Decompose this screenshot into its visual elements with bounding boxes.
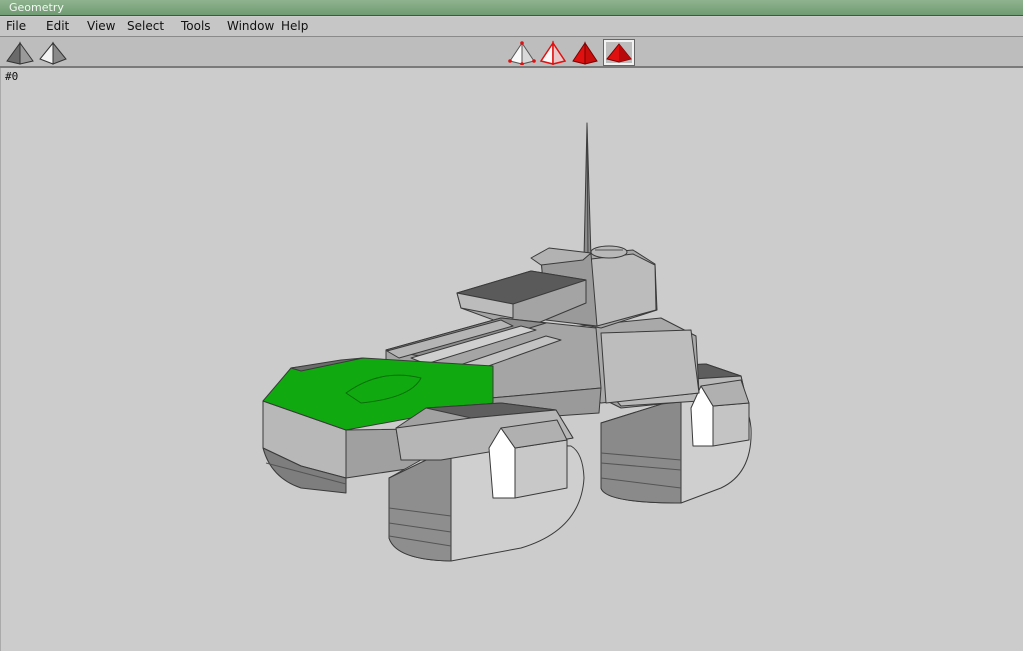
object-select-icon <box>606 43 632 63</box>
object-select-button[interactable] <box>603 39 635 66</box>
vertex-select-button[interactable] <box>507 40 537 65</box>
menu-edit[interactable]: Edit <box>44 18 71 35</box>
menu-help[interactable]: Help <box>279 18 310 35</box>
menu-window[interactable]: Window <box>225 18 276 35</box>
edge-select-button[interactable] <box>538 40 568 65</box>
shaded-pyramid-icon <box>6 41 34 65</box>
toolbar <box>0 37 1023 68</box>
face-select-icon <box>572 41 598 65</box>
shaded-pyramid-button[interactable] <box>5 40 35 65</box>
menu-select[interactable]: Select <box>125 18 166 35</box>
menu-tools[interactable]: Tools <box>179 18 213 35</box>
tank-model <box>262 122 752 562</box>
wire-shaded-pyramid-icon <box>39 41 67 65</box>
vertex-select-icon <box>508 41 536 65</box>
menu-bar: File Edit View Select Tools Window Help <box>0 17 1023 37</box>
face-select-button[interactable] <box>570 40 600 65</box>
turret <box>456 245 658 331</box>
wire-shaded-pyramid-button[interactable] <box>38 40 68 65</box>
window-title: Geometry <box>9 1 64 14</box>
menu-file[interactable]: File <box>4 18 28 35</box>
3d-viewport[interactable]: #0 <box>0 68 1023 651</box>
antenna <box>583 122 592 259</box>
edge-select-icon <box>539 40 567 65</box>
menu-view[interactable]: View <box>85 18 117 35</box>
front-left-wheel <box>388 402 585 562</box>
title-bar: Geometry <box>0 0 1023 16</box>
